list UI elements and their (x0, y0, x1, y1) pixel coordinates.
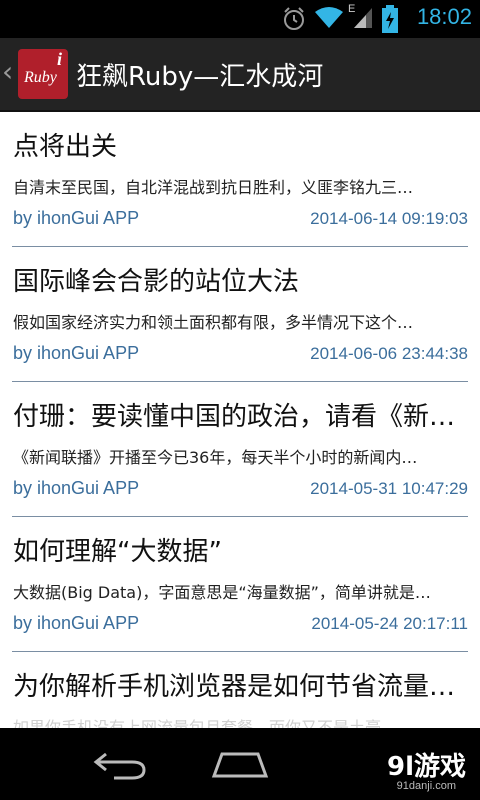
article-author: by ihonGui APP (13, 343, 140, 363)
article-title: 如何理解“大数据” (13, 537, 222, 567)
article-author: by ihonGui APP (13, 478, 140, 498)
article-summary: 自清末至民国，自北洋混战到抗日胜利，义匪李铭九三… (13, 178, 414, 197)
article-author: by ihonGui APP (13, 208, 140, 228)
chevron-left-icon[interactable]: ‹ (2, 58, 13, 86)
home-icon[interactable] (210, 750, 270, 778)
article-date: 2014-05-31 10:47:29 (310, 479, 468, 498)
signal-icon (354, 8, 372, 28)
article-title: 为你解析手机浏览器是如何节省流量… (13, 672, 456, 702)
navigation-bar: 9l游戏 91danji.com (0, 728, 480, 800)
list-item[interactable]: 为你解析手机浏览器是如何节省流量… 如果你手机没有上网流量包月套餐，而你又不是土… (0, 652, 480, 728)
action-bar: ‹ i Ruby 狂飙Ruby—汇水成河 (0, 38, 480, 112)
list-item[interactable]: 如何理解“大数据” 大数据(Big Data)，字面意思是“海量数据”，简单讲就… (0, 517, 480, 652)
article-date: 2014-06-14 09:19:03 (310, 209, 468, 228)
article-date: 2014-06-06 23:44:38 (310, 344, 468, 363)
app-logo[interactable]: i Ruby (18, 49, 68, 99)
list-item[interactable]: 付珊：要读懂中国的政治，请看《新… 《新闻联播》开播至今已36年，每天半个小时的… (0, 382, 480, 517)
article-list: 点将出关 自清末至民国，自北洋混战到抗日胜利，义匪李铭九三… by ihonGu… (0, 112, 480, 728)
article-summary: 如果你手机没有上网流量包月套餐，而你又不是土豪 (13, 718, 382, 728)
watermark-url: 91danji.com (396, 780, 456, 792)
article-summary: 《新闻联播》开播至今已36年，每天半个小时的新闻内… (13, 448, 418, 467)
wifi-icon (315, 7, 343, 28)
article-title: 付珊：要读懂中国的政治，请看《新… (13, 402, 456, 432)
list-item[interactable]: 国际峰会合影的站位大法 假如国家经济实力和领土面积都有限，多半情况下这个… by… (0, 247, 480, 382)
article-date: 2014-05-24 20:17:11 (311, 614, 468, 633)
article-author: by ihonGui APP (13, 613, 140, 633)
alarm-icon (284, 7, 304, 30)
battery-charging-icon (382, 5, 398, 33)
page-title: 狂飙Ruby—汇水成河 (76, 62, 324, 92)
status-time: 18:02 (416, 4, 472, 29)
article-title: 点将出关 (13, 132, 118, 162)
status-bar: E 18:02 (0, 0, 480, 38)
list-item[interactable]: 点将出关 自清末至民国，自北洋混战到抗日胜利，义匪李铭九三… by ihonGu… (0, 112, 480, 247)
back-icon[interactable] (92, 750, 148, 780)
article-summary: 假如国家经济实力和领土面积都有限，多半情况下这个… (13, 313, 414, 332)
article-summary: 大数据(Big Data)，字面意思是“海量数据”，简单讲就是… (13, 583, 431, 602)
logo-text: Ruby (24, 69, 57, 86)
watermark-logo: 9l游戏 (386, 752, 466, 782)
article-title: 国际峰会合影的站位大法 (13, 267, 300, 297)
logo-mark: i (56, 49, 62, 69)
